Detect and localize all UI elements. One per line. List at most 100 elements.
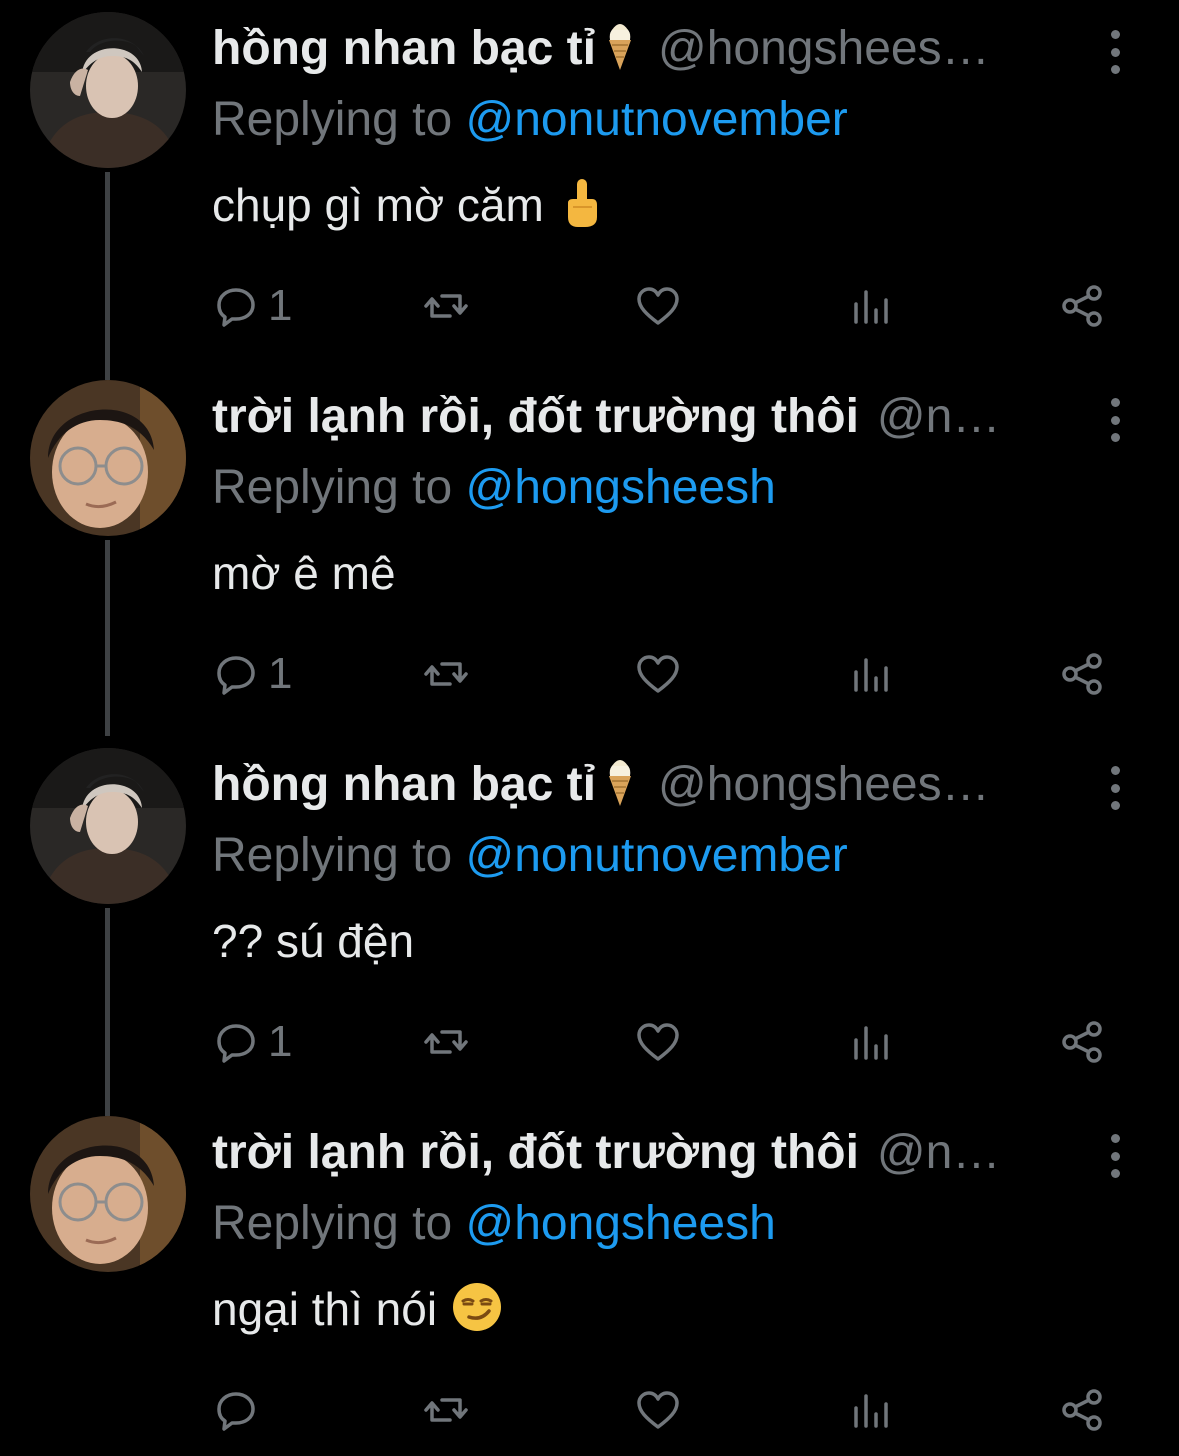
share-button[interactable]: [1058, 646, 1106, 702]
heart-icon: [637, 1023, 679, 1061]
reply-count: 1: [268, 649, 293, 698]
reply-icon: [217, 1392, 255, 1431]
share-icon: [1062, 653, 1102, 695]
like-button[interactable]: [634, 1382, 682, 1438]
tweet[interactable]: hồng nhan bạc tỉ @hongshees… Replying to …: [0, 736, 1179, 1104]
reply-icon: [217, 288, 255, 327]
mention-link[interactable]: @nonutnovember: [465, 93, 847, 146]
retweet-button[interactable]: [422, 646, 470, 702]
reply-count: 1: [268, 1017, 293, 1066]
more-options-icon[interactable]: [1100, 1134, 1130, 1178]
replying-to-line: Replying to @hongsheesh: [212, 458, 776, 518]
more-options-icon[interactable]: [1100, 766, 1130, 810]
avatar-hong-image: [30, 748, 186, 904]
replying-prefix: Replying to: [212, 93, 453, 146]
handle[interactable]: @n…: [877, 390, 1000, 443]
reply-button[interactable]: 1: [212, 646, 292, 702]
reply-button[interactable]: 1: [212, 278, 292, 334]
tweet-text: mờ ê mê: [212, 542, 396, 604]
thread-connector-line: [105, 368, 110, 380]
like-button[interactable]: [634, 278, 682, 334]
share-icon: [1062, 285, 1102, 327]
share-button[interactable]: [1058, 1014, 1106, 1070]
tweet[interactable]: trời lạnh rồi, đốt trường thôi @n… Replyi…: [0, 1104, 1179, 1456]
middle-finger-icon: [558, 177, 606, 229]
retweet-icon: [424, 1398, 468, 1422]
display-name[interactable]: hồng nhan bạc tỉ: [212, 22, 596, 75]
avatar[interactable]: [30, 748, 186, 904]
heart-icon: [637, 1391, 679, 1429]
tweet[interactable]: hồng nhan bạc tỉ @hongshees… Replying to …: [0, 0, 1179, 368]
reply-button[interactable]: [212, 1382, 268, 1438]
avatar[interactable]: [30, 380, 186, 536]
reply-thread: hồng nhan bạc tỉ @hongshees… Replying to …: [0, 0, 1179, 1456]
reply-count: 1: [268, 281, 293, 330]
views-button[interactable]: [846, 646, 894, 702]
reply-icon: [217, 656, 255, 695]
avatar[interactable]: [30, 12, 186, 168]
tweet-header: hồng nhan bạc tỉ @hongshees…: [212, 754, 1072, 816]
thread-connector-line: [105, 172, 110, 368]
thread-connector-line: [105, 1104, 110, 1116]
tweet-actions: 1: [212, 1014, 1112, 1070]
reply-button[interactable]: 1: [212, 1014, 292, 1070]
avatar-glasses-image: [30, 1116, 186, 1272]
thread-connector-line: [105, 540, 110, 736]
retweet-icon: [424, 662, 468, 686]
tweet-text-content: ?? sú đện: [212, 915, 415, 967]
heart-icon: [637, 287, 679, 325]
handle[interactable]: @hongshees…: [658, 22, 990, 75]
analytics-icon: [854, 1394, 888, 1428]
replying-to-line: Replying to @nonutnovember: [212, 90, 848, 150]
retweet-button[interactable]: [422, 278, 470, 334]
display-name[interactable]: hồng nhan bạc tỉ: [212, 758, 596, 811]
mention-link[interactable]: @hongsheesh: [465, 1197, 775, 1250]
tweet-header: trời lạnh rồi, đốt trường thôi @n…: [212, 1122, 1072, 1184]
display-name[interactable]: trời lạnh rồi, đốt trường thôi: [212, 1126, 859, 1179]
share-button[interactable]: [1058, 1382, 1106, 1438]
analytics-icon: [854, 290, 888, 324]
mention-link[interactable]: @hongsheesh: [465, 461, 775, 514]
tweet-text: chụp gì mờ căm: [212, 174, 606, 236]
tweet-text-content: chụp gì mờ căm: [212, 179, 544, 231]
ice-cream-cone-icon: [600, 756, 640, 808]
retweet-icon: [424, 294, 468, 318]
thread-connector-line: [105, 908, 110, 1104]
retweet-button[interactable]: [422, 1014, 470, 1070]
more-options-icon[interactable]: [1100, 398, 1130, 442]
replying-to-line: Replying to @nonutnovember: [212, 826, 848, 886]
replying-prefix: Replying to: [212, 1197, 453, 1250]
handle[interactable]: @hongshees…: [658, 758, 990, 811]
tweet-actions: [212, 1382, 1112, 1438]
more-options-icon[interactable]: [1100, 30, 1130, 74]
smirking-face-icon: [451, 1281, 502, 1333]
analytics-icon: [854, 1026, 888, 1060]
avatar-hong-image: [30, 12, 186, 168]
like-button[interactable]: [634, 646, 682, 702]
share-icon: [1062, 1389, 1102, 1431]
replying-prefix: Replying to: [212, 829, 453, 882]
handle[interactable]: @n…: [877, 1126, 1000, 1179]
tweet-header: hồng nhan bạc tỉ @hongshees…: [212, 18, 1072, 80]
mention-link[interactable]: @nonutnovember: [465, 829, 847, 882]
replying-prefix: Replying to: [212, 461, 453, 514]
display-name[interactable]: trời lạnh rồi, đốt trường thôi: [212, 390, 859, 443]
views-button[interactable]: [846, 1014, 894, 1070]
share-icon: [1062, 1021, 1102, 1063]
tweet-actions: 1: [212, 278, 1112, 334]
avatar-glasses-image: [30, 380, 186, 536]
ice-cream-cone-icon: [600, 20, 640, 72]
tweet[interactable]: trời lạnh rồi, đốt trường thôi @n… Replyi…: [0, 368, 1179, 736]
tweet-text-content: mờ ê mê: [212, 547, 396, 599]
reply-icon: [217, 1024, 255, 1063]
tweet-actions: 1: [212, 646, 1112, 702]
share-button[interactable]: [1058, 278, 1106, 334]
tweet-text: ?? sú đện: [212, 910, 414, 972]
retweet-button[interactable]: [422, 1382, 470, 1438]
views-button[interactable]: [846, 1382, 894, 1438]
like-button[interactable]: [634, 1014, 682, 1070]
avatar[interactable]: [30, 1116, 186, 1272]
views-button[interactable]: [846, 278, 894, 334]
retweet-icon: [424, 1030, 468, 1054]
tweet-header: trời lạnh rồi, đốt trường thôi @n…: [212, 386, 1072, 448]
